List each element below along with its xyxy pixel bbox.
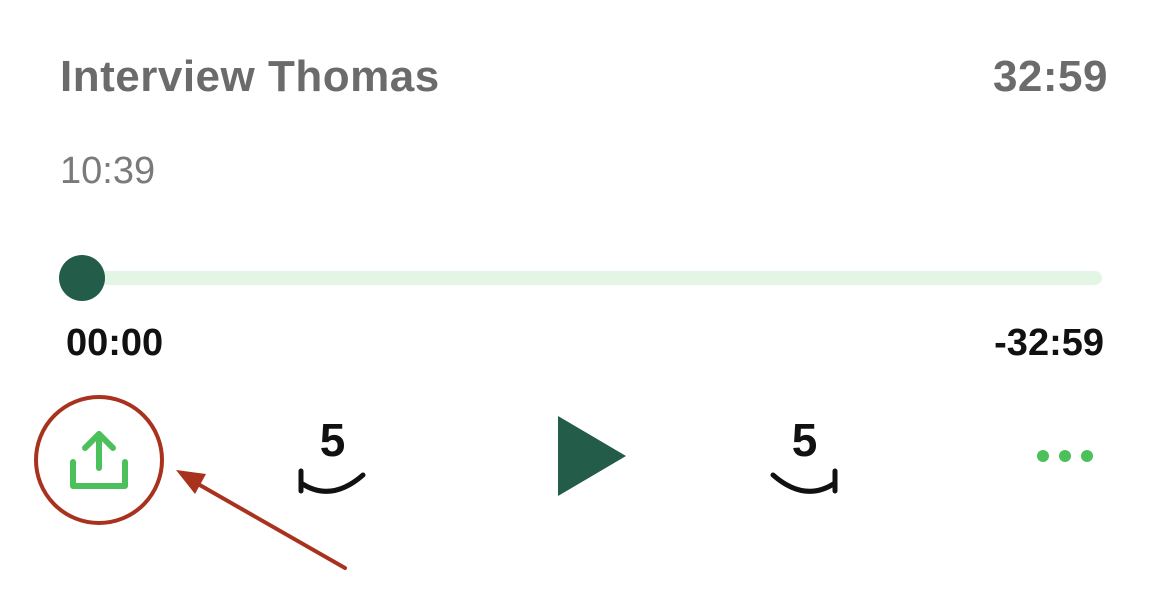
- skip-forward-button[interactable]: 5: [757, 405, 852, 505]
- share-button[interactable]: [34, 395, 164, 525]
- skip-forward-seconds: 5: [791, 414, 818, 466]
- remaining-time: -32:59: [994, 322, 1104, 364]
- more-button[interactable]: [1030, 428, 1100, 484]
- skip-back-button[interactable]: 5: [285, 405, 380, 505]
- skip-back-seconds: 5: [319, 414, 346, 466]
- scrubber-handle[interactable]: [59, 255, 105, 301]
- recorded-time: 10:39: [60, 150, 156, 192]
- more-dots-icon: [1035, 448, 1095, 464]
- elapsed-time: 00:00: [66, 322, 164, 364]
- progress-track[interactable]: [82, 271, 1102, 285]
- play-icon: [548, 410, 628, 500]
- recording-duration: 32:59: [992, 52, 1108, 101]
- annotation-circle: [34, 395, 164, 525]
- skip-forward-arc-icon: [769, 467, 841, 499]
- skip-back-arc-icon: [295, 467, 367, 499]
- play-button[interactable]: [540, 405, 635, 505]
- recording-title: Interview Thomas: [60, 52, 440, 101]
